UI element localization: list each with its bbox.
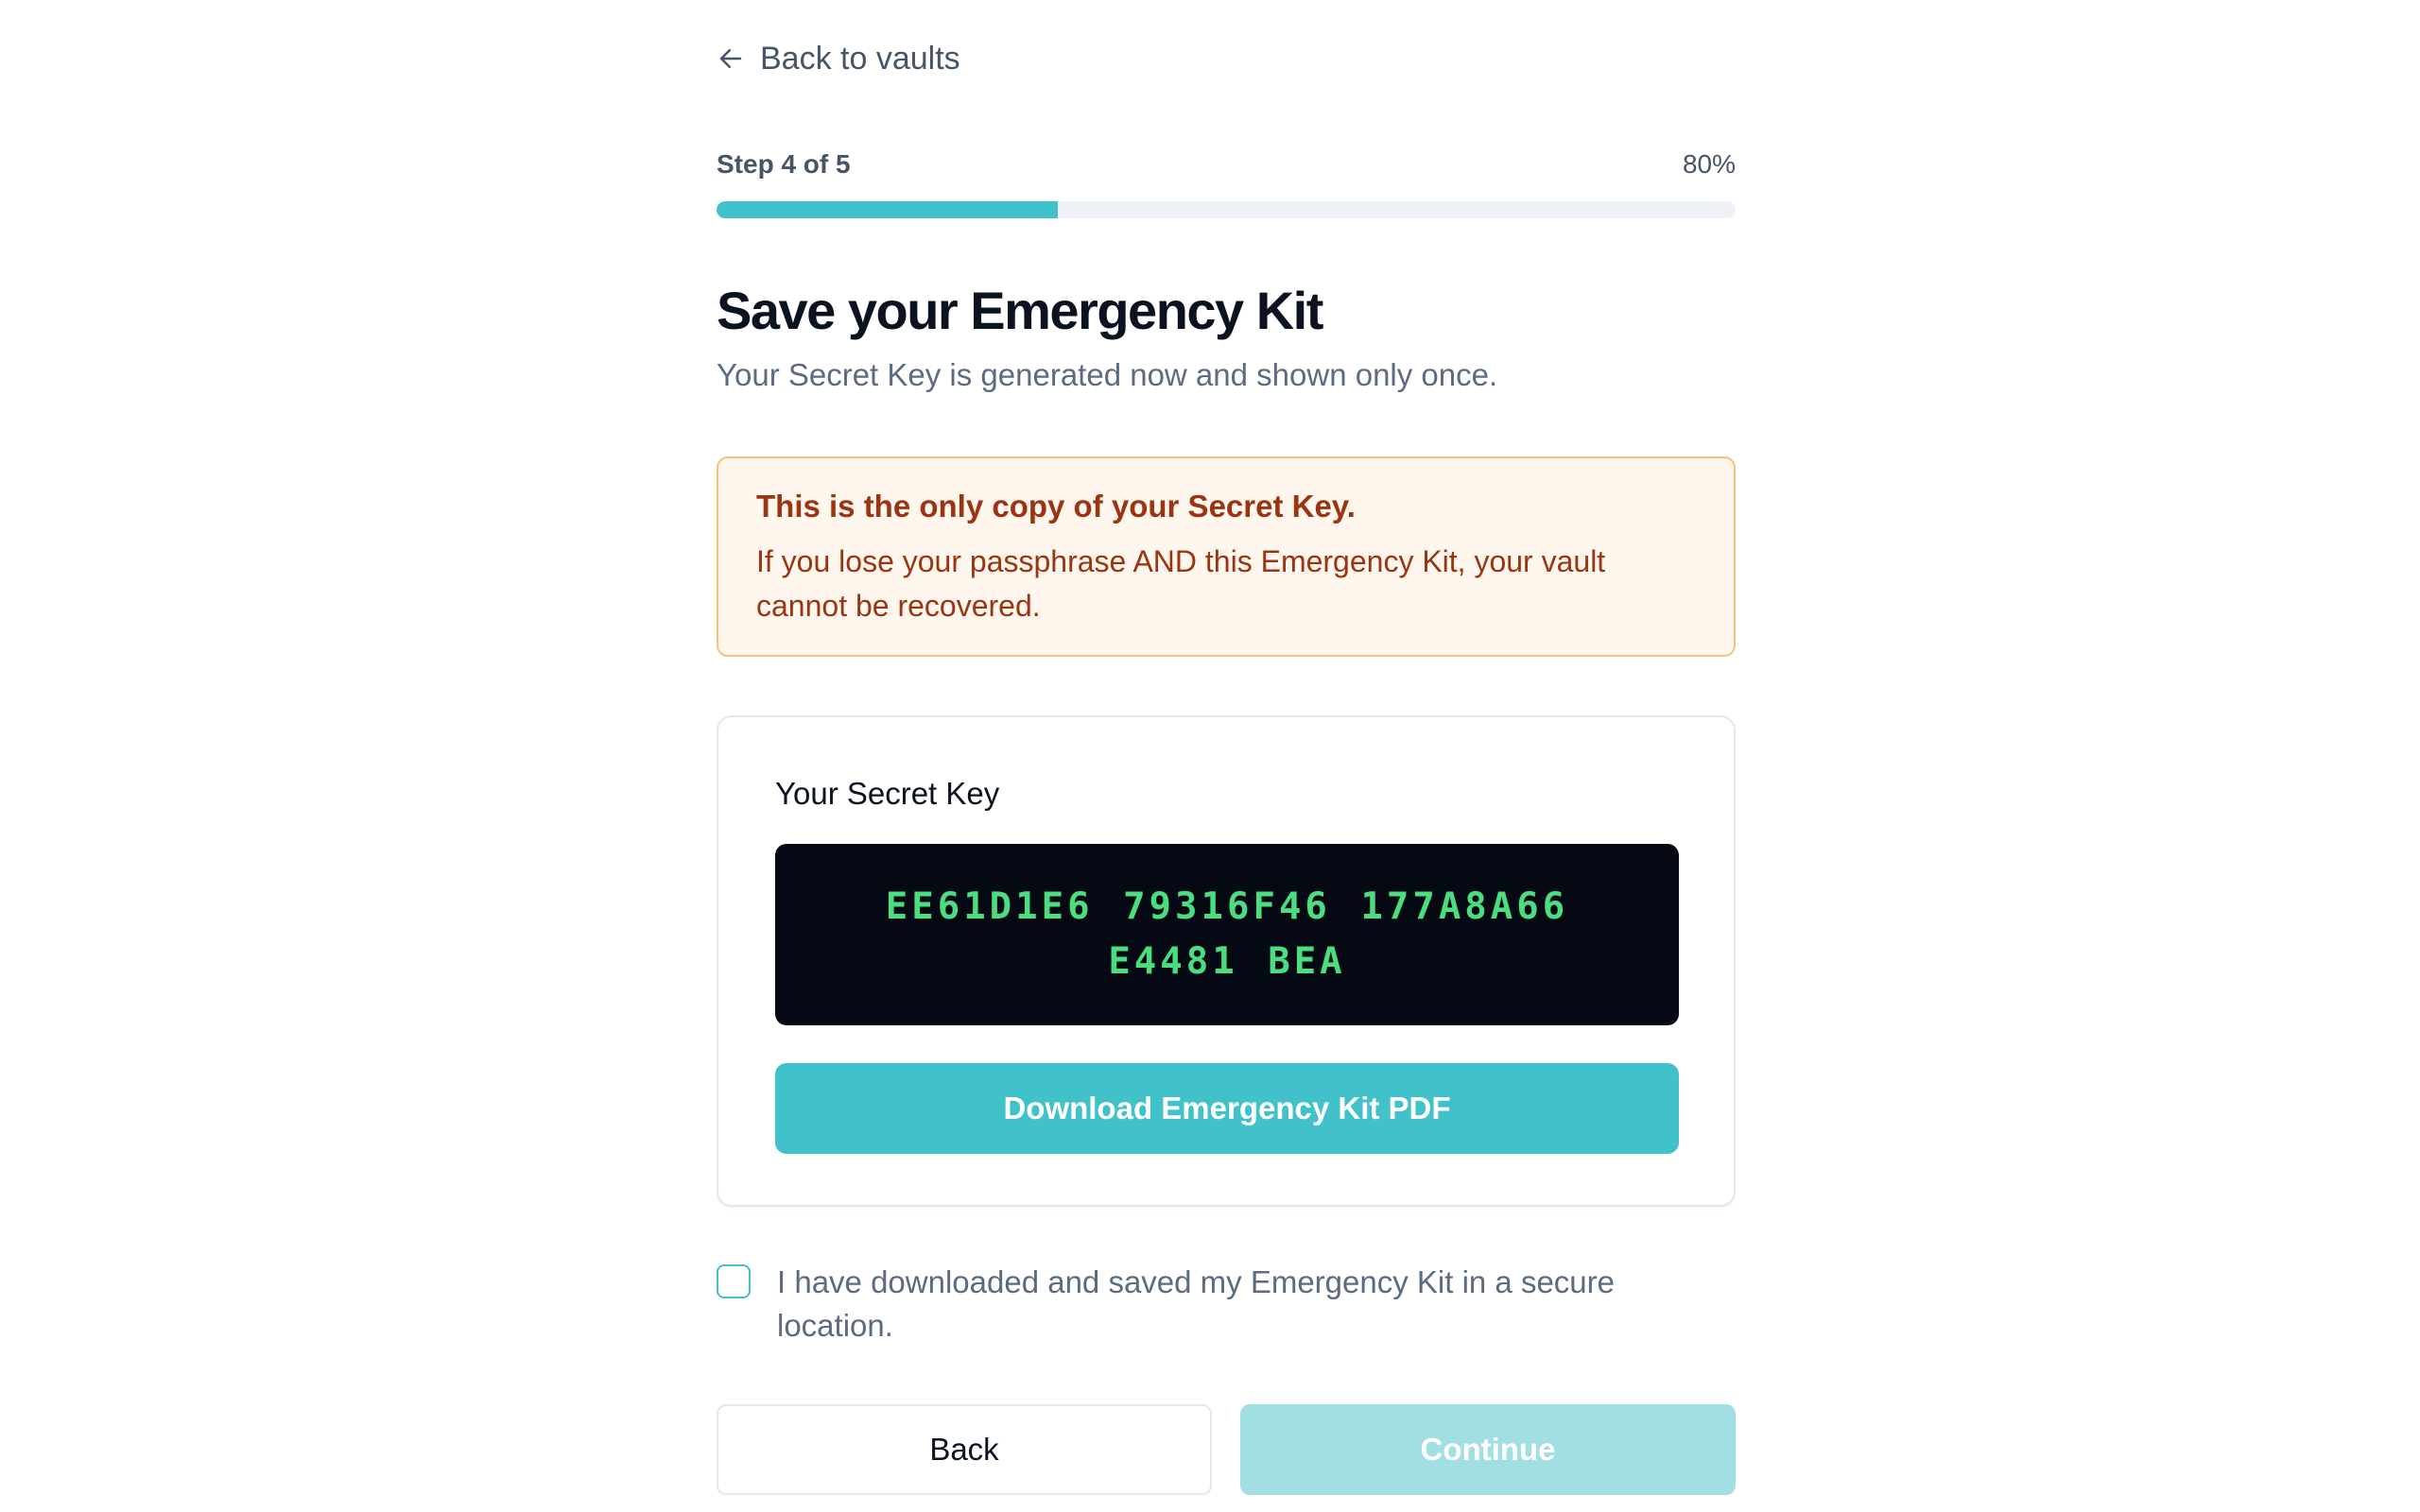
download-emergency-kit-button[interactable]: Download Emergency Kit PDF <box>775 1063 1679 1154</box>
progress-bar-fill <box>717 201 1059 218</box>
back-to-vaults-link[interactable]: Back to vaults <box>717 36 960 81</box>
step-label: Step 4 of 5 <box>717 149 851 179</box>
warning-alert: This is the only copy of your Secret Key… <box>717 456 1736 657</box>
progress-bar <box>717 201 1736 218</box>
secret-key-value: EE61D1E6 79316F46 177A8A66 E4481 BEA <box>885 885 1569 983</box>
continue-button[interactable]: Continue <box>1240 1404 1736 1495</box>
confirm-saved-checkbox[interactable] <box>717 1264 751 1298</box>
page-subtitle: Your Secret Key is generated now and sho… <box>717 357 1498 392</box>
secret-key-card: Your Secret Key EE61D1E6 79316F46 177A8A… <box>717 715 1736 1207</box>
back-to-vaults-label: Back to vaults <box>760 40 960 77</box>
secret-key-display: EE61D1E6 79316F46 177A8A66 E4481 BEA <box>775 844 1679 1025</box>
back-button[interactable]: Back <box>717 1404 1212 1495</box>
warning-title: This is the only copy of your Secret Key… <box>756 489 1356 524</box>
step-indicator: Step 4 of 5 80% <box>717 147 1736 181</box>
confirm-saved-row[interactable]: I have downloaded and saved my Emergency… <box>717 1261 1662 1348</box>
progress-percent: 80% <box>1682 149 1736 179</box>
page-title: Save your Emergency Kit <box>717 281 1323 340</box>
setup-page: Back to vaults Step 4 of 5 80% Save your… <box>717 0 1736 1512</box>
confirm-saved-label[interactable]: I have downloaded and saved my Emergency… <box>777 1261 1647 1348</box>
warning-body: If you lose your passphrase AND this Eme… <box>756 544 1606 623</box>
secret-key-label: Your Secret Key <box>775 776 1000 811</box>
arrow-left-icon <box>717 44 745 73</box>
